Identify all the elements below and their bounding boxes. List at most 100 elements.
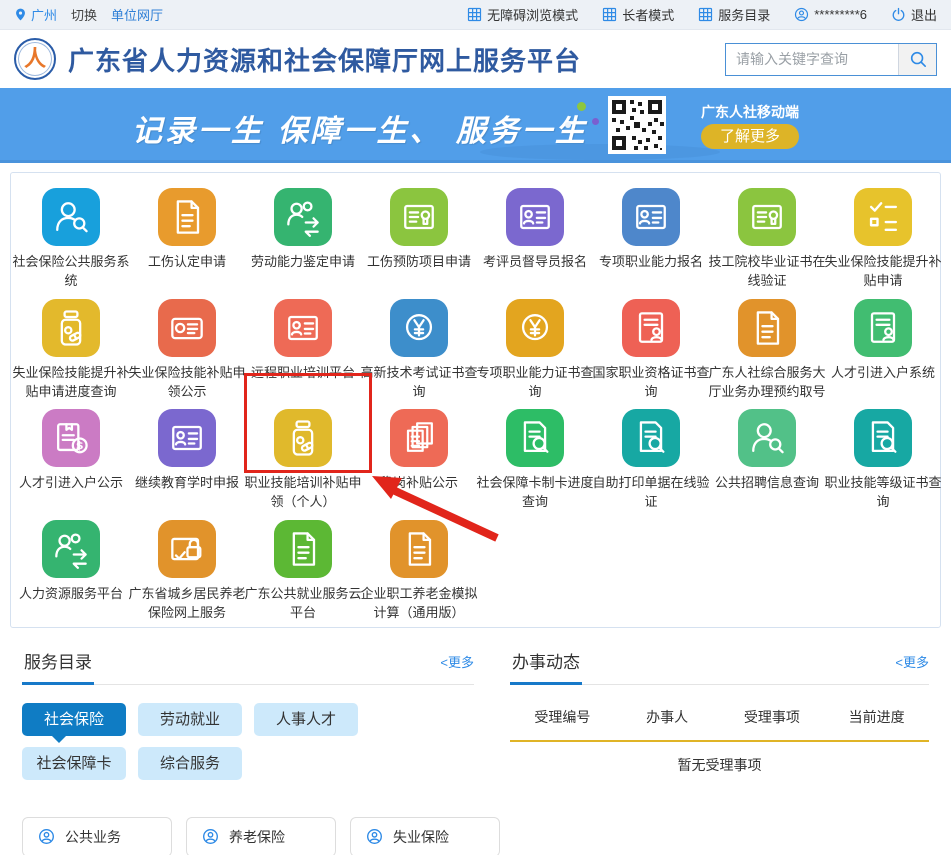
catalog-more-link[interactable]: <更多 bbox=[440, 652, 474, 671]
service-tile-label: 职业技能培训补贴申领（个人） bbox=[244, 474, 362, 512]
service-tile[interactable]: 公共招聘信息查询 bbox=[709, 409, 825, 512]
service-tile-label: 公共招聘信息查询 bbox=[708, 474, 826, 493]
yen-icon bbox=[390, 299, 448, 357]
doc-icon bbox=[390, 520, 448, 578]
topbar-item-退出[interactable]: 退出 bbox=[891, 5, 937, 24]
service-tile[interactable]: 人才引进入户公示 bbox=[13, 409, 129, 512]
service-tile[interactable]: 广东人社综合服务大厅业务办理预约取号 bbox=[709, 299, 825, 402]
service-tile[interactable]: 自助打印单据在线验证 bbox=[593, 409, 709, 512]
people-arrows-icon bbox=[274, 188, 332, 246]
power-icon bbox=[891, 7, 906, 22]
tab-劳动就业[interactable]: 劳动就业 bbox=[138, 703, 242, 736]
banner-dot-icon bbox=[565, 122, 571, 128]
person-search-icon bbox=[42, 188, 100, 246]
grid-icon bbox=[698, 7, 713, 22]
search-button[interactable] bbox=[898, 44, 936, 75]
unit-portal-link[interactable]: 单位网厅 bbox=[111, 5, 163, 24]
activity-header: 办事动态 <更多 bbox=[510, 642, 929, 685]
service-tile-label: 失业保险技能提升补贴申请 bbox=[824, 253, 942, 291]
activity-panel: 办事动态 <更多 受理编号办事人受理事项当前进度 暂无受理事项 bbox=[510, 642, 929, 855]
service-tile-label: 高新技术考试证书查询 bbox=[360, 364, 478, 402]
activity-column-header: 办事人 bbox=[615, 707, 720, 727]
stack-icon bbox=[390, 409, 448, 467]
service-tile[interactable]: 继续教育学时申报 bbox=[129, 409, 245, 512]
service-tile[interactable]: 社会保险公共服务系统 bbox=[13, 188, 129, 291]
location-pin-icon bbox=[14, 7, 27, 22]
topbar-left: 广州 切换 单位网厅 bbox=[14, 5, 163, 24]
service-tile[interactable]: 考评员督导员报名 bbox=[477, 188, 593, 291]
service-tile-label: 工伤认定申请 bbox=[128, 253, 246, 272]
topbar-item-label: *********6 bbox=[814, 7, 867, 22]
topbar-item-*********6[interactable]: *********6 bbox=[794, 7, 867, 22]
service-tile[interactable]: 广东公共就业服务云平台 bbox=[245, 520, 361, 623]
city-label: 广州 bbox=[31, 5, 57, 24]
service-tile[interactable]: 工伤认定申请 bbox=[129, 188, 245, 291]
service-tile[interactable]: 稳岗补贴公示 bbox=[361, 409, 477, 512]
service-tile[interactable]: 企业职工养老金模拟计算（通用版） bbox=[361, 520, 477, 623]
section-title: 服务目录 bbox=[22, 642, 94, 685]
search-input[interactable] bbox=[726, 44, 898, 75]
service-button-公共业务[interactable]: 公共业务 bbox=[22, 817, 172, 855]
doc-icon bbox=[274, 520, 332, 578]
service-button-label: 养老保险 bbox=[229, 827, 285, 847]
service-grid: 社会保险公共服务系统工伤认定申请劳动能力鉴定申请工伤预防项目申请考评员督导员报名… bbox=[13, 188, 938, 623]
service-tile[interactable]: 专项职业能力证书查询 bbox=[477, 299, 593, 402]
service-tile-label: 自助打印单据在线验证 bbox=[592, 474, 710, 512]
person-doc-icon bbox=[854, 299, 912, 357]
service-button-失业保险[interactable]: 失业保险 bbox=[350, 817, 500, 855]
tab-社会保险[interactable]: 社会保险 bbox=[22, 703, 126, 736]
qr-code bbox=[608, 96, 666, 154]
service-button-label: 失业保险 bbox=[393, 827, 449, 847]
cert-icon bbox=[738, 188, 796, 246]
service-tile[interactable]: 失业保险技能提升补贴申请 bbox=[825, 188, 941, 291]
activity-table-header: 受理编号办事人受理事项当前进度 bbox=[510, 707, 929, 727]
service-tile[interactable]: 广东省城乡居民养老保险网上服务 bbox=[129, 520, 245, 623]
service-tile[interactable]: 失业保险技能提升补贴申请进度查询 bbox=[13, 299, 129, 402]
people-arrows-icon bbox=[42, 520, 100, 578]
bottom-section: 服务目录 <更多 社会保险劳动就业人事人才社会保障卡综合服务 公共业务 养老保险 失… bbox=[0, 642, 951, 855]
service-tile[interactable]: 技工院校毕业证书在线验证 bbox=[709, 188, 825, 291]
service-tile[interactable]: 国家职业资格证书查询 bbox=[593, 299, 709, 402]
service-tile[interactable]: 人才引进入户系统 bbox=[825, 299, 941, 402]
site-header: 人 广东省人力资源和社会保障厅网上服务平台 bbox=[0, 30, 951, 88]
cert-icon bbox=[390, 188, 448, 246]
service-tile-label: 失业保险技能补贴申领公示 bbox=[128, 364, 246, 402]
learn-more-button[interactable]: 了解更多 bbox=[701, 124, 799, 149]
topbar-item-长者模式[interactable]: 长者模式 bbox=[602, 5, 674, 24]
switch-city-button[interactable]: 切换 bbox=[71, 5, 97, 24]
topbar-item-无障碍浏览模式[interactable]: 无障碍浏览模式 bbox=[467, 5, 578, 24]
person-doc-icon bbox=[622, 299, 680, 357]
service-tile-label: 人才引进入户公示 bbox=[12, 474, 130, 493]
banner-decoration bbox=[480, 144, 720, 160]
person-search-icon bbox=[738, 409, 796, 467]
service-tile[interactable]: 专项职业能力报名 bbox=[593, 188, 709, 291]
page: 广州 切换 单位网厅 无障碍浏览模式长者模式服务目录*********6退出 人… bbox=[0, 0, 951, 855]
banner-dot-icon bbox=[577, 102, 586, 111]
service-tile-label: 失业保险技能提升补贴申请进度查询 bbox=[12, 364, 130, 402]
service-tile[interactable]: 高新技术考试证书查询 bbox=[361, 299, 477, 402]
service-tile-highlighted[interactable]: 职业技能培训补贴申领（个人） bbox=[245, 409, 361, 512]
service-tile[interactable]: 工伤预防项目申请 bbox=[361, 188, 477, 291]
service-tile[interactable]: 失业保险技能补贴申领公示 bbox=[129, 299, 245, 402]
service-tile[interactable]: 人力资源服务平台 bbox=[13, 520, 129, 623]
tab-社会保障卡[interactable]: 社会保障卡 bbox=[22, 747, 126, 780]
service-button-养老保险[interactable]: 养老保险 bbox=[186, 817, 336, 855]
service-tile-label: 工伤预防项目申请 bbox=[360, 253, 478, 272]
service-tile-label: 广东公共就业服务云平台 bbox=[244, 585, 362, 623]
service-tile[interactable]: 劳动能力鉴定申请 bbox=[245, 188, 361, 291]
site-logo-icon: 人 bbox=[14, 38, 56, 80]
tab-人事人才[interactable]: 人事人才 bbox=[254, 703, 358, 736]
topbar: 广州 切换 单位网厅 无障碍浏览模式 长者模式 服务目录 *********6 退出 bbox=[0, 0, 951, 30]
search-box bbox=[725, 43, 937, 76]
activity-more-link[interactable]: <更多 bbox=[895, 652, 929, 671]
topbar-item-label: 服务目录 bbox=[718, 5, 770, 24]
city-selector[interactable]: 广州 bbox=[14, 5, 57, 24]
topbar-item-服务目录[interactable]: 服务目录 bbox=[698, 5, 770, 24]
service-tile-label: 远程职业培训平台 bbox=[244, 364, 362, 383]
money-doc-icon bbox=[42, 409, 100, 467]
service-tile[interactable]: 社会保障卡制卡进度查询 bbox=[477, 409, 593, 512]
service-tile[interactable]: 远程职业培训平台 bbox=[245, 299, 361, 402]
service-tile[interactable]: 职业技能等级证书查询 bbox=[825, 409, 941, 512]
tab-综合服务[interactable]: 综合服务 bbox=[138, 747, 242, 780]
promo-banner: 记录一生 保障一生、 服务一生 广东人社移动端 了解更多 bbox=[0, 88, 951, 163]
